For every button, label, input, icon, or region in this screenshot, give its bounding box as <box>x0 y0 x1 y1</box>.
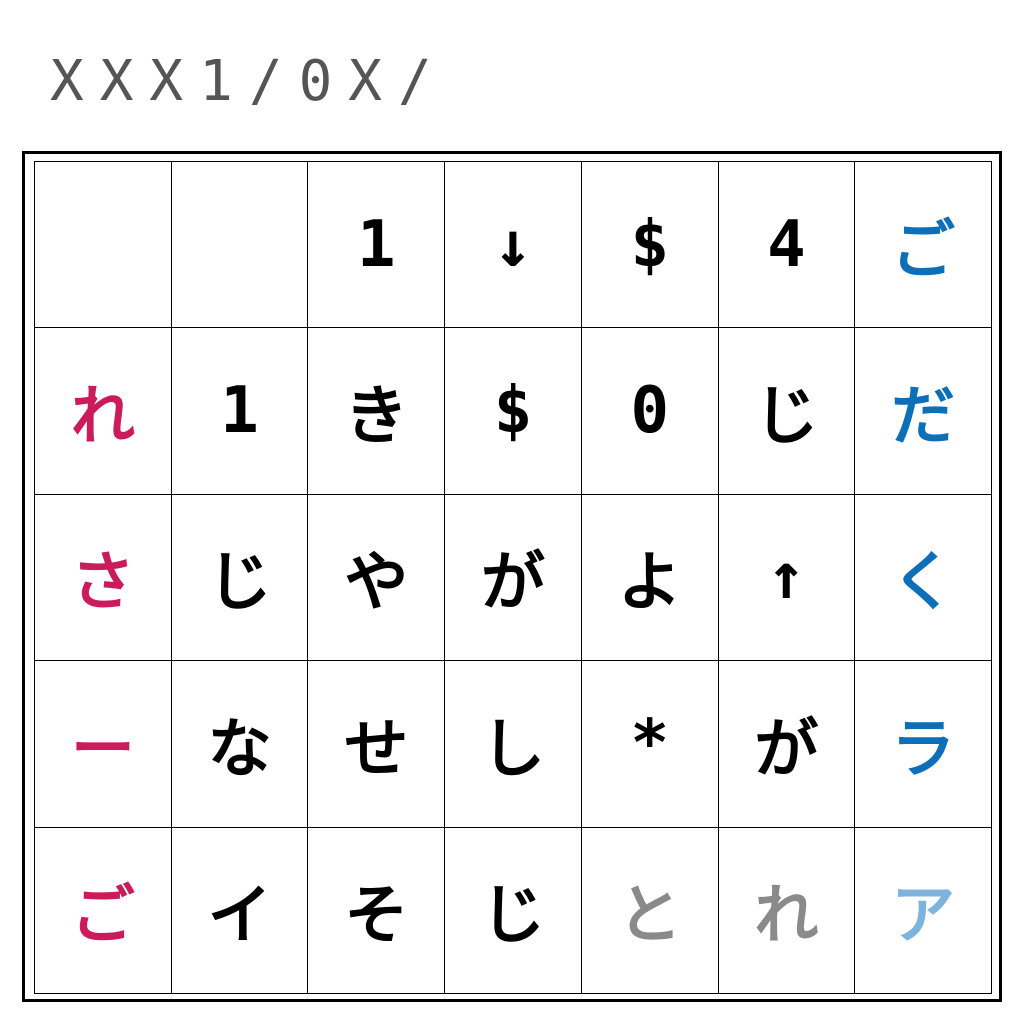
board-cell[interactable]: よ <box>581 494 719 662</box>
board-cell[interactable]: ご <box>35 827 172 994</box>
board-cell[interactable]: や <box>308 494 446 662</box>
board-cell[interactable]: れ <box>35 328 172 495</box>
board-cell[interactable]: く <box>855 494 992 662</box>
board-cell[interactable]: し <box>445 661 582 828</box>
board-cell[interactable]: じ <box>445 827 582 994</box>
board-cell[interactable]: が <box>718 661 856 828</box>
board-cell[interactable]: そ <box>308 827 446 994</box>
board-cell[interactable]: さ <box>35 494 172 662</box>
game-board: 1 ↓ $4 ごれ 1 き $0 じださじやがよ ↑ くーなせし * がラごイそじとれア <box>22 151 1002 1002</box>
board-cell[interactable]: ご <box>855 162 992 329</box>
board-cell[interactable]: ラ <box>855 661 992 828</box>
board-cell[interactable]: せ <box>308 661 446 828</box>
board-cell[interactable] <box>35 162 172 329</box>
board-cell[interactable]: イ <box>171 827 309 994</box>
board-cell[interactable]: ー <box>35 661 172 828</box>
board-cell[interactable]: 1 <box>171 328 309 495</box>
board-cell[interactable]: な <box>171 661 309 828</box>
board-cell[interactable]: 4 <box>718 162 856 329</box>
board-cell[interactable]: 1 <box>308 162 446 329</box>
board-cell[interactable]: * <box>581 661 719 828</box>
board-grid: 1 ↓ $4 ごれ 1 き $0 じださじやがよ ↑ くーなせし * がラごイそじとれア <box>34 161 992 994</box>
board-cell[interactable]: ア <box>855 827 992 994</box>
board-cell[interactable]: $ <box>581 162 719 329</box>
board-cell[interactable]: と <box>581 827 719 994</box>
board-cell[interactable]: ↑ <box>718 494 856 662</box>
board-cell[interactable]: き <box>308 328 446 495</box>
board-cell[interactable]: ↓ <box>445 162 582 329</box>
board-cell[interactable]: だ <box>855 328 992 495</box>
board-cell[interactable]: $ <box>445 328 582 495</box>
board-cell[interactable]: れ <box>718 827 856 994</box>
code-display: XXX1/0X/ <box>50 49 448 114</box>
board-cell[interactable]: が <box>445 494 582 662</box>
board-cell[interactable] <box>171 162 309 329</box>
board-cell[interactable]: じ <box>171 494 309 662</box>
board-cell[interactable]: 0 <box>581 328 719 495</box>
board-cell[interactable]: じ <box>718 328 856 495</box>
